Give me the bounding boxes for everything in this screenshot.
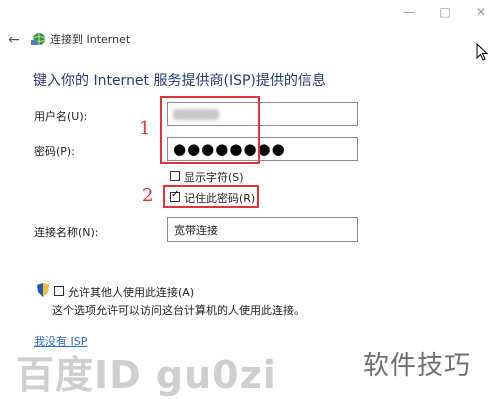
show-characters-label: 显示字符(S) (184, 171, 244, 184)
annotation-box-2 (163, 185, 259, 208)
connection-name-value: 宽带连接 (174, 224, 218, 237)
window-title: 连接到 Internet (50, 33, 131, 46)
network-globe-icon (31, 33, 46, 45)
allow-others-checkbox[interactable] (54, 286, 64, 296)
maximize-button[interactable]: □ (436, 4, 454, 20)
connection-name-field[interactable]: 宽带连接 (167, 217, 358, 242)
connection-name-label: 连接名称(N): (34, 226, 99, 239)
page-heading: 键入你的 Internet 服务提供商(ISP)提供的信息 (33, 73, 326, 89)
close-button[interactable]: ✕ (472, 4, 490, 20)
username-label: 用户名(U): (34, 110, 88, 123)
watermark-left: 百度ID gu0zi (16, 353, 277, 397)
show-characters-checkbox[interactable] (170, 171, 180, 181)
uac-shield-icon (37, 283, 49, 297)
allow-others-label: 允许其他人使用此连接(A) (68, 286, 195, 299)
allow-others-description: 这个选项允许可以访问这台计算机的人使用此连接。 (52, 304, 305, 317)
annotation-number-1: 1 (139, 118, 151, 139)
annotation-box-1 (160, 96, 260, 164)
mouse-cursor-icon (476, 43, 488, 61)
password-label: 密码(P): (34, 145, 75, 158)
minimize-button[interactable]: — (400, 4, 418, 20)
watermark-right: 软件技巧 (363, 351, 472, 381)
annotation-number-2: 2 (142, 185, 154, 206)
title-bar: — □ ✕ (0, 0, 500, 28)
back-arrow-icon[interactable]: ← (8, 32, 20, 48)
